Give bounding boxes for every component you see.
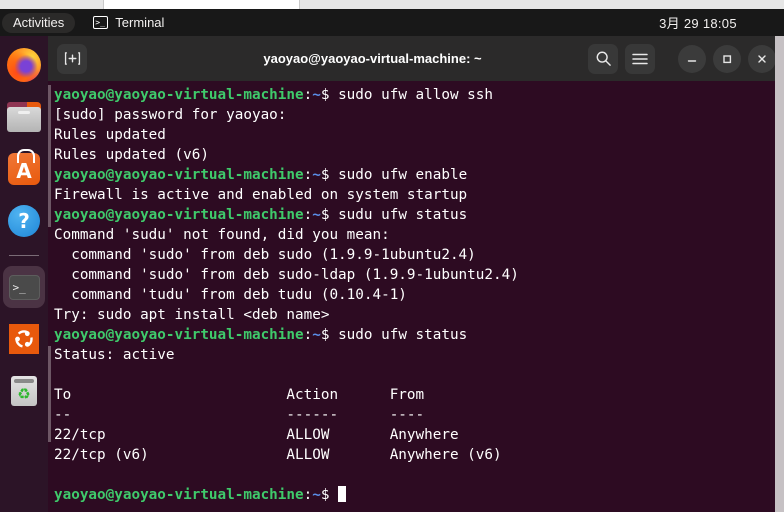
terminal-window: yaoyao@yaoyao-virtual-machine: ~ yaoyao@…: [48, 36, 784, 512]
terminal-output[interactable]: yaoyao@yaoyao-virtual-machine:~$ sudo uf…: [54, 85, 784, 505]
terminal-output-line: -- ------ ----: [54, 407, 425, 423]
prompt-separator: :: [303, 487, 313, 503]
terminal-icon: >_: [8, 274, 40, 300]
prompt-dollar: $: [320, 207, 339, 223]
gnome-top-bar: Activities >_ Terminal 3月 29 18:05: [0, 9, 784, 36]
prompt-user-host: yaoyao@yaoyao-virtual-machine: [54, 167, 304, 183]
prompt-dollar: $: [320, 327, 339, 343]
ubuntu-software-icon: [9, 324, 39, 354]
prompt-dollar: $: [320, 487, 339, 503]
dock-item-files[interactable]: [3, 96, 45, 138]
prompt-dollar: $: [320, 87, 339, 103]
terminal-output-line: 22/tcp ALLOW Anywhere: [54, 427, 459, 443]
app-menu-button[interactable]: >_ Terminal: [93, 15, 164, 30]
clock[interactable]: 3月 29 18:05: [306, 13, 784, 32]
terminal-output-line: Command 'sudu' not found, did you mean:: [54, 227, 390, 243]
dock: A ? >_ ♻: [0, 36, 48, 512]
minimize-button[interactable]: [678, 44, 706, 73]
maximize-icon: [723, 54, 732, 63]
prompt-dollar: $: [320, 167, 339, 183]
dock-item-firefox[interactable]: [3, 44, 45, 86]
text-cursor: [338, 486, 347, 502]
dock-item-app-center[interactable]: A: [3, 148, 45, 190]
desktop-screen: Activities >_ Terminal 3月 29 18:05 A ? >…: [0, 0, 784, 512]
window-title: yaoyao@yaoyao-virtual-machine: ~: [263, 51, 482, 66]
prompt-separator: :: [303, 327, 313, 343]
activities-button[interactable]: Activities: [2, 12, 76, 33]
app-center-letter: A: [16, 159, 32, 183]
terminal-scrollbar[interactable]: [775, 36, 784, 512]
terminal-output-line: Rules updated: [54, 127, 166, 143]
help-icon: ?: [8, 205, 40, 237]
new-tab-button[interactable]: [57, 43, 87, 74]
terminal-titlebar[interactable]: yaoyao@yaoyao-virtual-machine: ~: [48, 36, 784, 81]
prompt-path: ~: [312, 167, 321, 183]
scroll-marker-top: [48, 85, 51, 227]
search-icon: [596, 51, 611, 66]
firefox-icon: [7, 48, 41, 82]
dock-item-help[interactable]: ?: [3, 200, 45, 242]
terminal-command: sudo ufw allow ssh: [338, 87, 493, 103]
app-menu-label: Terminal: [115, 15, 165, 30]
background-window-tab: [103, 0, 300, 9]
maximize-button[interactable]: [713, 44, 741, 73]
terminal-command: sudo ufw status: [338, 327, 468, 343]
search-button[interactable]: [588, 43, 618, 74]
terminal-command: sudu ufw status: [338, 207, 468, 223]
prompt-separator: :: [303, 207, 313, 223]
prompt-user-host: yaoyao@yaoyao-virtual-machine: [54, 487, 304, 503]
minimize-icon: [687, 59, 697, 62]
close-button[interactable]: [748, 44, 776, 73]
prompt-path: ~: [312, 487, 321, 503]
prompt-path: ~: [312, 87, 321, 103]
terminal-output-line: command 'sudo' from deb sudo (1.9.9-1ubu…: [54, 247, 476, 263]
scroll-marker-bottom: [48, 346, 51, 442]
terminal-output-line: [sudo] password for yaoyao:: [54, 107, 287, 123]
prompt-path: ~: [312, 207, 321, 223]
dock-item-ubuntu-software[interactable]: [3, 318, 45, 360]
terminal-output-line: 22/tcp (v6) ALLOW Anywhere (v6): [54, 447, 502, 463]
files-icon: [7, 102, 41, 132]
terminal-command: sudo ufw enable: [338, 167, 468, 183]
terminal-icon: >_: [93, 16, 109, 29]
prompt-user-host: yaoyao@yaoyao-virtual-machine: [54, 87, 304, 103]
trash-icon: ♻: [11, 376, 37, 406]
prompt-user-host: yaoyao@yaoyao-virtual-machine: [54, 207, 304, 223]
prompt-path: ~: [312, 327, 321, 343]
dock-item-trash[interactable]: ♻: [3, 370, 45, 412]
terminal-output-line: To Action From: [54, 387, 425, 403]
dock-separator: [9, 255, 39, 256]
app-center-icon: A: [8, 149, 40, 185]
terminal-output-line: Firewall is active and enabled on system…: [54, 187, 468, 203]
hamburger-menu-button[interactable]: [625, 43, 655, 74]
terminal-output-line: Rules updated (v6): [54, 147, 209, 163]
terminal-output-line: Status: active: [54, 347, 175, 363]
close-icon: [758, 54, 766, 63]
prompt-user-host: yaoyao@yaoyao-virtual-machine: [54, 327, 304, 343]
prompt-separator: :: [303, 167, 313, 183]
dock-item-terminal[interactable]: >_: [3, 266, 45, 308]
titlebar-controls: [588, 43, 776, 74]
terminal-output-line: command 'tudu' from deb tudu (0.10.4-1): [54, 287, 407, 303]
hamburger-icon: [632, 53, 648, 64]
terminal-output-line: Try: sudo apt install <deb name>: [54, 307, 330, 323]
prompt-separator: :: [303, 87, 313, 103]
terminal-output-line: command 'sudo' from deb sudo-ldap (1.9.9…: [54, 267, 519, 283]
terminal-body[interactable]: yaoyao@yaoyao-virtual-machine:~$ sudo uf…: [48, 81, 784, 512]
recycle-glyph: ♻: [17, 385, 31, 403]
